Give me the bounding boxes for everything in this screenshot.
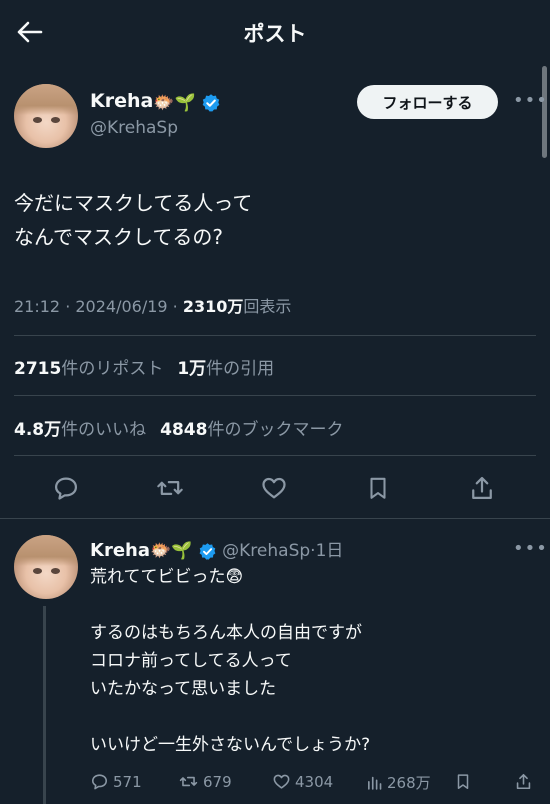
reply-action-bar: 571 679 4304 268万: [90, 772, 550, 794]
avatar[interactable]: [14, 84, 78, 148]
reply-age[interactable]: 1日: [316, 541, 344, 561]
verified-badge-icon: [199, 542, 216, 560]
quotes-label: 件の引用: [206, 359, 275, 379]
reposts-label: 件のリポスト: [61, 359, 164, 379]
view-count: 268万: [387, 774, 431, 792]
bookmarks-label: 件のブックマーク: [207, 420, 344, 440]
page-title: ポスト: [243, 22, 307, 46]
reposts-stat[interactable]: 2715件のリポスト: [14, 359, 163, 379]
reply-like-button[interactable]: 4304: [272, 772, 333, 791]
quotes-count: 1万: [177, 359, 207, 379]
likes-count: 4.8万: [14, 420, 62, 440]
bookmark-icon: [457, 774, 469, 789]
reply-reply-button[interactable]: 571: [90, 772, 142, 791]
bookmarks-stat[interactable]: 4848件のブックマーク: [160, 420, 343, 440]
more-icon[interactable]: •••: [513, 90, 548, 111]
engagement-row-2: 4.8万件のいいね 4848件のブックマーク: [14, 415, 343, 440]
divider: [0, 518, 550, 519]
reposts-count: 2715: [14, 359, 62, 379]
reply-handle[interactable]: @KrehaSp: [222, 541, 310, 561]
reply-button[interactable]: [44, 466, 88, 510]
reply-header: Kreha🐡🌱 @KrehaSp·1日: [90, 536, 343, 561]
views-icon: [368, 776, 382, 790]
like-count: 4304: [295, 772, 334, 791]
post-time[interactable]: 21:12: [14, 297, 60, 316]
repost-icon: [157, 481, 183, 495]
reply-text-line: 荒れててビビった😨: [90, 567, 244, 587]
reply-name-emoji: 🐡🌱: [150, 541, 193, 561]
bookmarks-count: 4848: [160, 420, 208, 440]
divider: [14, 395, 536, 396]
post-date[interactable]: 2024/06/19: [75, 297, 167, 316]
views-count: 2310万: [182, 297, 244, 316]
divider: [14, 335, 536, 336]
reply-text-line: いたかなって思いました: [90, 679, 277, 699]
reply-text-line: コロナ前ってしてる人って: [90, 651, 292, 671]
quotes-stat[interactable]: 1万件の引用: [177, 359, 274, 379]
post-text: 今だにマスクしてる人って なんでマスクしてるの?: [14, 186, 252, 254]
reply-more-icon[interactable]: •••: [513, 538, 548, 559]
engagement-row-1: 2715件のリポスト 1万件の引用: [14, 354, 274, 379]
verified-badge-icon: [202, 93, 220, 112]
reply-count: 571: [113, 772, 142, 791]
repost-button[interactable]: [148, 466, 192, 510]
views-label: 回表示: [243, 297, 292, 316]
name-emoji: 🐡🌱: [153, 92, 196, 113]
reply-icon: [54, 477, 78, 500]
like-icon: [262, 477, 286, 499]
likes-label: 件のいいね: [61, 420, 147, 440]
divider: [14, 455, 536, 456]
reply-avatar[interactable]: [14, 535, 78, 599]
like-icon: [273, 774, 290, 789]
follow-button[interactable]: フォローする: [357, 85, 498, 119]
reply-bookmark-button[interactable]: [454, 772, 472, 791]
likes-stat[interactable]: 4.8万件のいいね: [14, 420, 146, 440]
reply-text: 荒れててビビった😨 するのはもちろん本人の自由ですが コロナ前ってしてる人って …: [90, 563, 370, 759]
share-icon: [516, 773, 531, 790]
author-handle[interactable]: @KrehaSp: [90, 118, 178, 138]
post-meta: 21:12 · 2024/06/19 · 2310万回表示: [14, 297, 292, 316]
like-button[interactable]: [252, 466, 296, 510]
post-text-line: 今だにマスクしてる人って: [14, 191, 253, 215]
reply-share-button[interactable]: [514, 772, 533, 791]
reply-display-name[interactable]: Kreha: [90, 540, 150, 561]
top-bar: ポスト: [0, 0, 550, 64]
reply-views-button[interactable]: 268万: [366, 772, 431, 793]
share-icon: [472, 476, 492, 500]
share-button[interactable]: [460, 466, 504, 510]
scrollbar[interactable]: [542, 66, 547, 158]
reply-text-line: するのはもちろん本人の自由ですが: [90, 623, 362, 643]
repost-count: 679: [203, 772, 232, 791]
post-action-bar: [0, 466, 550, 510]
reply-repost-button[interactable]: 679: [178, 772, 232, 791]
reply-icon: [91, 774, 108, 790]
bookmark-icon: [370, 477, 386, 499]
reply-text-line: いいけど一生外さないんでしょうか?: [90, 735, 371, 755]
author-name-row[interactable]: Kreha🐡🌱: [90, 90, 221, 113]
repost-icon: [179, 776, 198, 787]
post-text-line: なんでマスクしてるの?: [14, 225, 224, 249]
display-name[interactable]: Kreha: [90, 90, 153, 112]
thread-line: [43, 606, 46, 804]
bookmark-button[interactable]: [356, 466, 400, 510]
